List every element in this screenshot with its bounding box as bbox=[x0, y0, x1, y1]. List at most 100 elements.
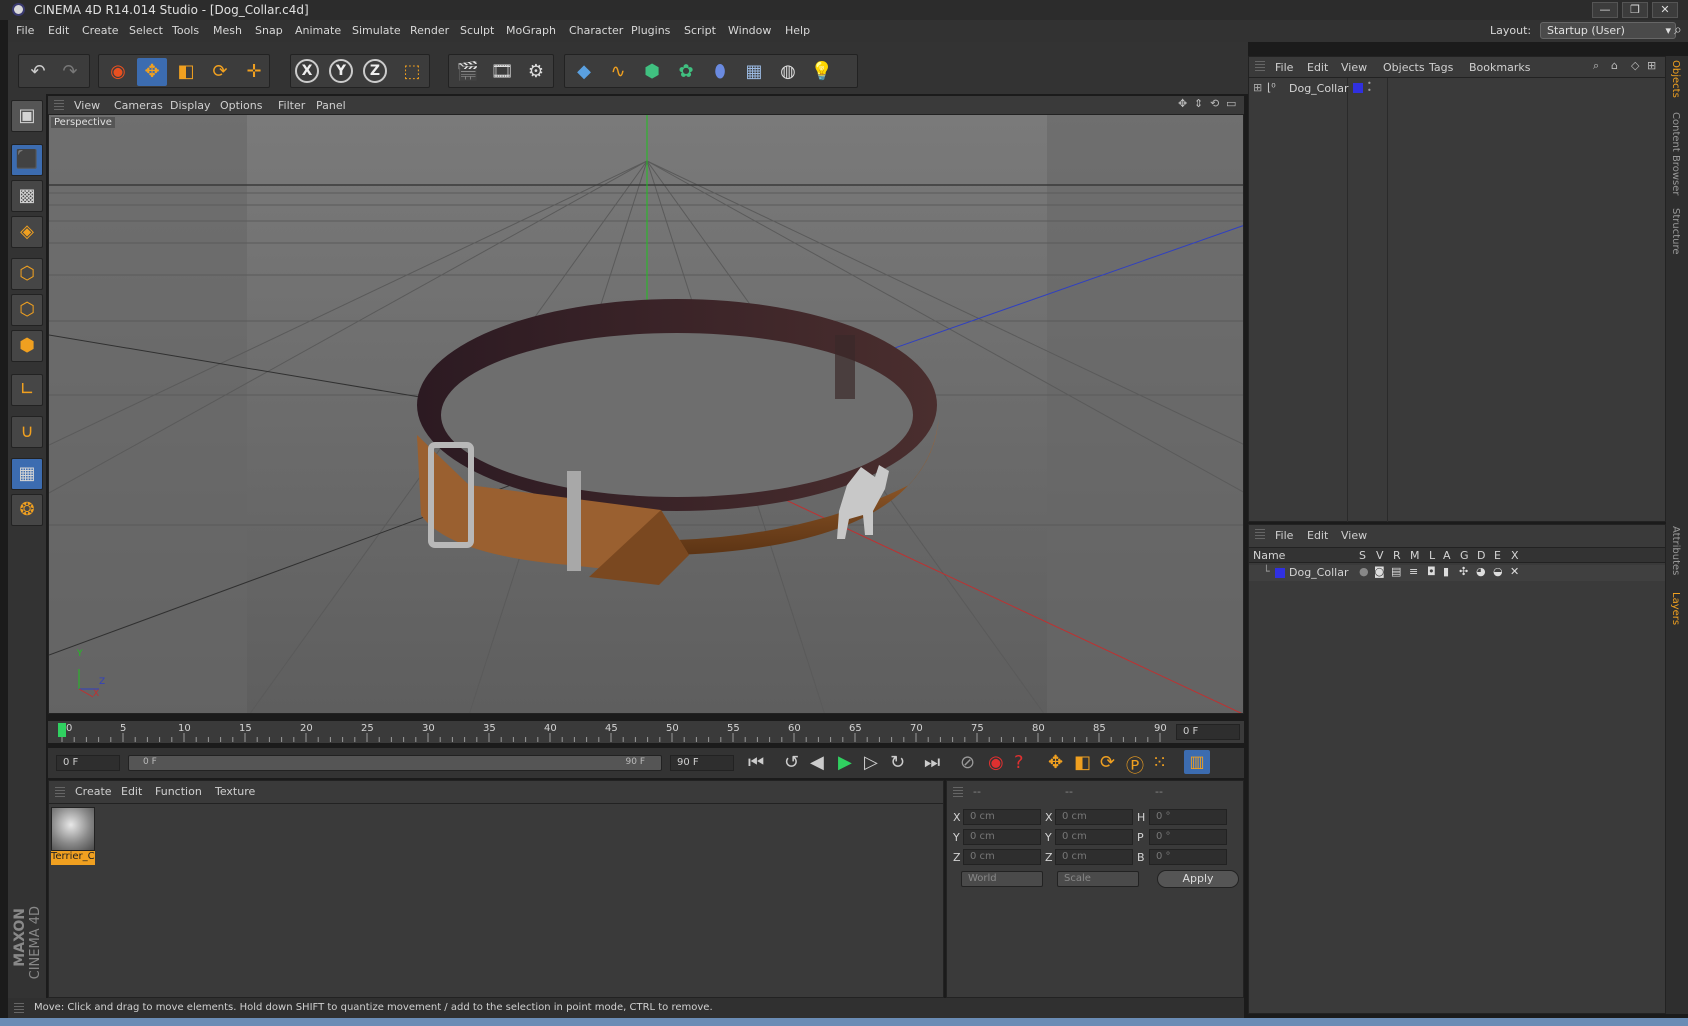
timeline-scheme-icon[interactable]: ▥ bbox=[1184, 750, 1210, 774]
step-forward-icon[interactable]: ▷ bbox=[864, 752, 878, 773]
viewport-menu-options[interactable]: Options bbox=[220, 99, 262, 112]
array-icon[interactable]: ✿ bbox=[671, 58, 701, 86]
coordinate-system-icon[interactable]: ⬚ bbox=[397, 58, 427, 86]
snap-magnet-icon[interactable]: ∪ bbox=[11, 416, 43, 448]
view-toggle-icon[interactable]: ◙ bbox=[1374, 565, 1385, 578]
viewport-menu-panel[interactable]: Panel bbox=[316, 99, 346, 112]
size-z-field[interactable]: 0 cm bbox=[1055, 849, 1133, 865]
layers-menu-file[interactable]: File bbox=[1275, 529, 1293, 542]
col-deformers[interactable]: D bbox=[1477, 549, 1485, 562]
deformer-icon[interactable]: ⬮ bbox=[705, 58, 735, 86]
menu-snap[interactable]: Snap bbox=[255, 24, 283, 37]
key-pla-icon[interactable]: ⁙ bbox=[1152, 752, 1167, 773]
menu-file[interactable]: File bbox=[16, 24, 34, 37]
timeline-playhead[interactable] bbox=[58, 723, 66, 737]
material-name[interactable]: Terrier_C bbox=[51, 851, 95, 865]
key-parameter-icon[interactable]: Ⓟ bbox=[1126, 752, 1144, 778]
viewport-menu-filter[interactable]: Filter bbox=[278, 99, 305, 112]
menu-script[interactable]: Script bbox=[684, 24, 716, 37]
rotate-view-icon[interactable]: ⟲ bbox=[1210, 97, 1219, 110]
panel-grip-icon[interactable] bbox=[55, 787, 65, 797]
points-mode-icon[interactable]: ⬡ bbox=[11, 258, 43, 290]
expand-icon[interactable]: ⊞ bbox=[1253, 81, 1262, 94]
keyframe-selection-icon[interactable]: ? bbox=[1014, 752, 1024, 773]
pos-x-field[interactable]: 0 cm bbox=[963, 809, 1041, 825]
pos-z-field[interactable]: 0 cm bbox=[963, 849, 1041, 865]
collapse-icon[interactable]: ◇ bbox=[1631, 59, 1639, 72]
menu-select[interactable]: Select bbox=[129, 24, 163, 37]
animation-toggle-icon[interactable]: ▮ bbox=[1443, 565, 1449, 578]
cube-icon[interactable]: ◆ bbox=[569, 58, 599, 86]
tab-structure[interactable]: Structure bbox=[1670, 208, 1681, 255]
rot-h-field[interactable]: 0 ° bbox=[1149, 809, 1227, 825]
menu-sculpt[interactable]: Sculpt bbox=[460, 24, 494, 37]
step-back-icon[interactable]: ◀ bbox=[810, 752, 824, 773]
next-key-icon[interactable]: ↻ bbox=[890, 752, 905, 773]
menu-character[interactable]: Character bbox=[569, 24, 623, 37]
material-menu-texture[interactable]: Texture bbox=[215, 785, 255, 798]
search-icon[interactable]: ⌕ bbox=[1593, 59, 1599, 73]
edges-mode-icon[interactable]: ⬡ bbox=[11, 294, 43, 326]
col-render[interactable]: R bbox=[1393, 549, 1401, 562]
pos-y-field[interactable]: 0 cm bbox=[963, 829, 1041, 845]
previous-key-icon[interactable]: ↺ bbox=[784, 752, 799, 773]
rotate-tool-icon[interactable]: ⟳ bbox=[205, 58, 235, 86]
lock-toggle-icon[interactable]: ◘ bbox=[1427, 565, 1436, 578]
xref-toggle-icon[interactable]: ✕ bbox=[1510, 565, 1519, 578]
menu-tools[interactable]: Tools bbox=[172, 24, 199, 37]
material-menu-create[interactable]: Create bbox=[75, 785, 112, 798]
panel-grip-icon[interactable] bbox=[953, 787, 963, 797]
objects-menu-bookmarks[interactable]: Bookmarks bbox=[1469, 61, 1530, 74]
render-settings-icon[interactable]: ⚙ bbox=[521, 58, 551, 86]
minimize-button[interactable]: — bbox=[1592, 2, 1618, 18]
panel-grip-icon[interactable] bbox=[1255, 61, 1265, 71]
nurbs-icon[interactable]: ⬢ bbox=[637, 58, 667, 86]
menu-mograph[interactable]: MoGraph bbox=[506, 24, 556, 37]
tab-attributes[interactable]: Attributes bbox=[1670, 526, 1681, 575]
panel-grip-icon[interactable] bbox=[54, 100, 64, 110]
col-name[interactable]: Name bbox=[1253, 549, 1285, 562]
maximize-view-icon[interactable]: ▭ bbox=[1226, 97, 1236, 110]
floor-icon[interactable]: ▦ bbox=[739, 58, 769, 86]
pan-view-icon[interactable]: ✥ bbox=[1178, 97, 1187, 110]
deformers-toggle-icon[interactable]: ◕ bbox=[1476, 565, 1486, 578]
redo-icon[interactable]: ↷ bbox=[55, 58, 85, 86]
move-tool-icon[interactable]: ✥ bbox=[137, 58, 167, 86]
material-menu-edit[interactable]: Edit bbox=[121, 785, 142, 798]
expressions-toggle-icon[interactable]: ◒ bbox=[1493, 565, 1503, 578]
objects-menu-objects[interactable]: Objects bbox=[1383, 61, 1425, 74]
restore-button[interactable]: ❐ bbox=[1622, 2, 1648, 18]
col-locked[interactable]: L bbox=[1429, 549, 1435, 562]
layer-name[interactable]: Dog_Collar bbox=[1289, 566, 1348, 579]
objects-menu-file[interactable]: File bbox=[1275, 61, 1293, 74]
key-rotation-icon[interactable]: ⟳ bbox=[1100, 752, 1115, 773]
add-object-icon[interactable]: ✛ bbox=[239, 58, 269, 86]
key-scale-icon[interactable]: ◧ bbox=[1074, 752, 1091, 773]
timeline-ruler[interactable]: 0 5 10 15 20 25 30 35 40 45 50 55 60 65 … bbox=[48, 721, 1244, 743]
menu-create[interactable]: Create bbox=[82, 24, 119, 37]
frame-range-slider[interactable]: 0 F 90 F bbox=[128, 755, 662, 771]
menu-render[interactable]: Render bbox=[410, 24, 449, 37]
menu-animate[interactable]: Animate bbox=[295, 24, 341, 37]
material-thumbnail[interactable] bbox=[51, 807, 95, 851]
texture-mode-icon[interactable]: ▩ bbox=[11, 180, 43, 212]
sculpt-brush-icon[interactable]: ❂ bbox=[11, 494, 43, 526]
go-to-start-icon[interactable]: ⏮ bbox=[748, 752, 764, 773]
layer-row-dog-collar[interactable]: └ Dog_Collar ● ◙ ▤ ≡ ◘ ▮ ✣ ◕ ◒ ✕ bbox=[1249, 565, 1665, 581]
workplane-mode-icon[interactable]: ◈ bbox=[11, 216, 43, 248]
autokey-icon[interactable]: ◉ bbox=[988, 752, 1004, 773]
live-selection-icon[interactable]: ◉ bbox=[103, 58, 133, 86]
make-editable-icon[interactable]: ▣ bbox=[11, 100, 43, 132]
end-frame-field[interactable]: 90 F bbox=[670, 755, 734, 771]
render-view-icon[interactable]: 🎬 bbox=[453, 58, 483, 86]
rot-b-field[interactable]: 0 ° bbox=[1149, 849, 1227, 865]
size-y-field[interactable]: 0 cm bbox=[1055, 829, 1133, 845]
visibility-dots-icon[interactable]: • • bbox=[1367, 80, 1372, 95]
spline-icon[interactable]: ∿ bbox=[603, 58, 633, 86]
layers-menu-edit[interactable]: Edit bbox=[1307, 529, 1328, 542]
menu-simulate[interactable]: Simulate bbox=[352, 24, 401, 37]
col-animation[interactable]: A bbox=[1443, 549, 1451, 562]
tab-layers[interactable]: Layers bbox=[1670, 592, 1681, 625]
solo-toggle-icon[interactable]: ● bbox=[1359, 565, 1369, 578]
zoom-view-icon[interactable]: ⇕ bbox=[1194, 97, 1203, 110]
